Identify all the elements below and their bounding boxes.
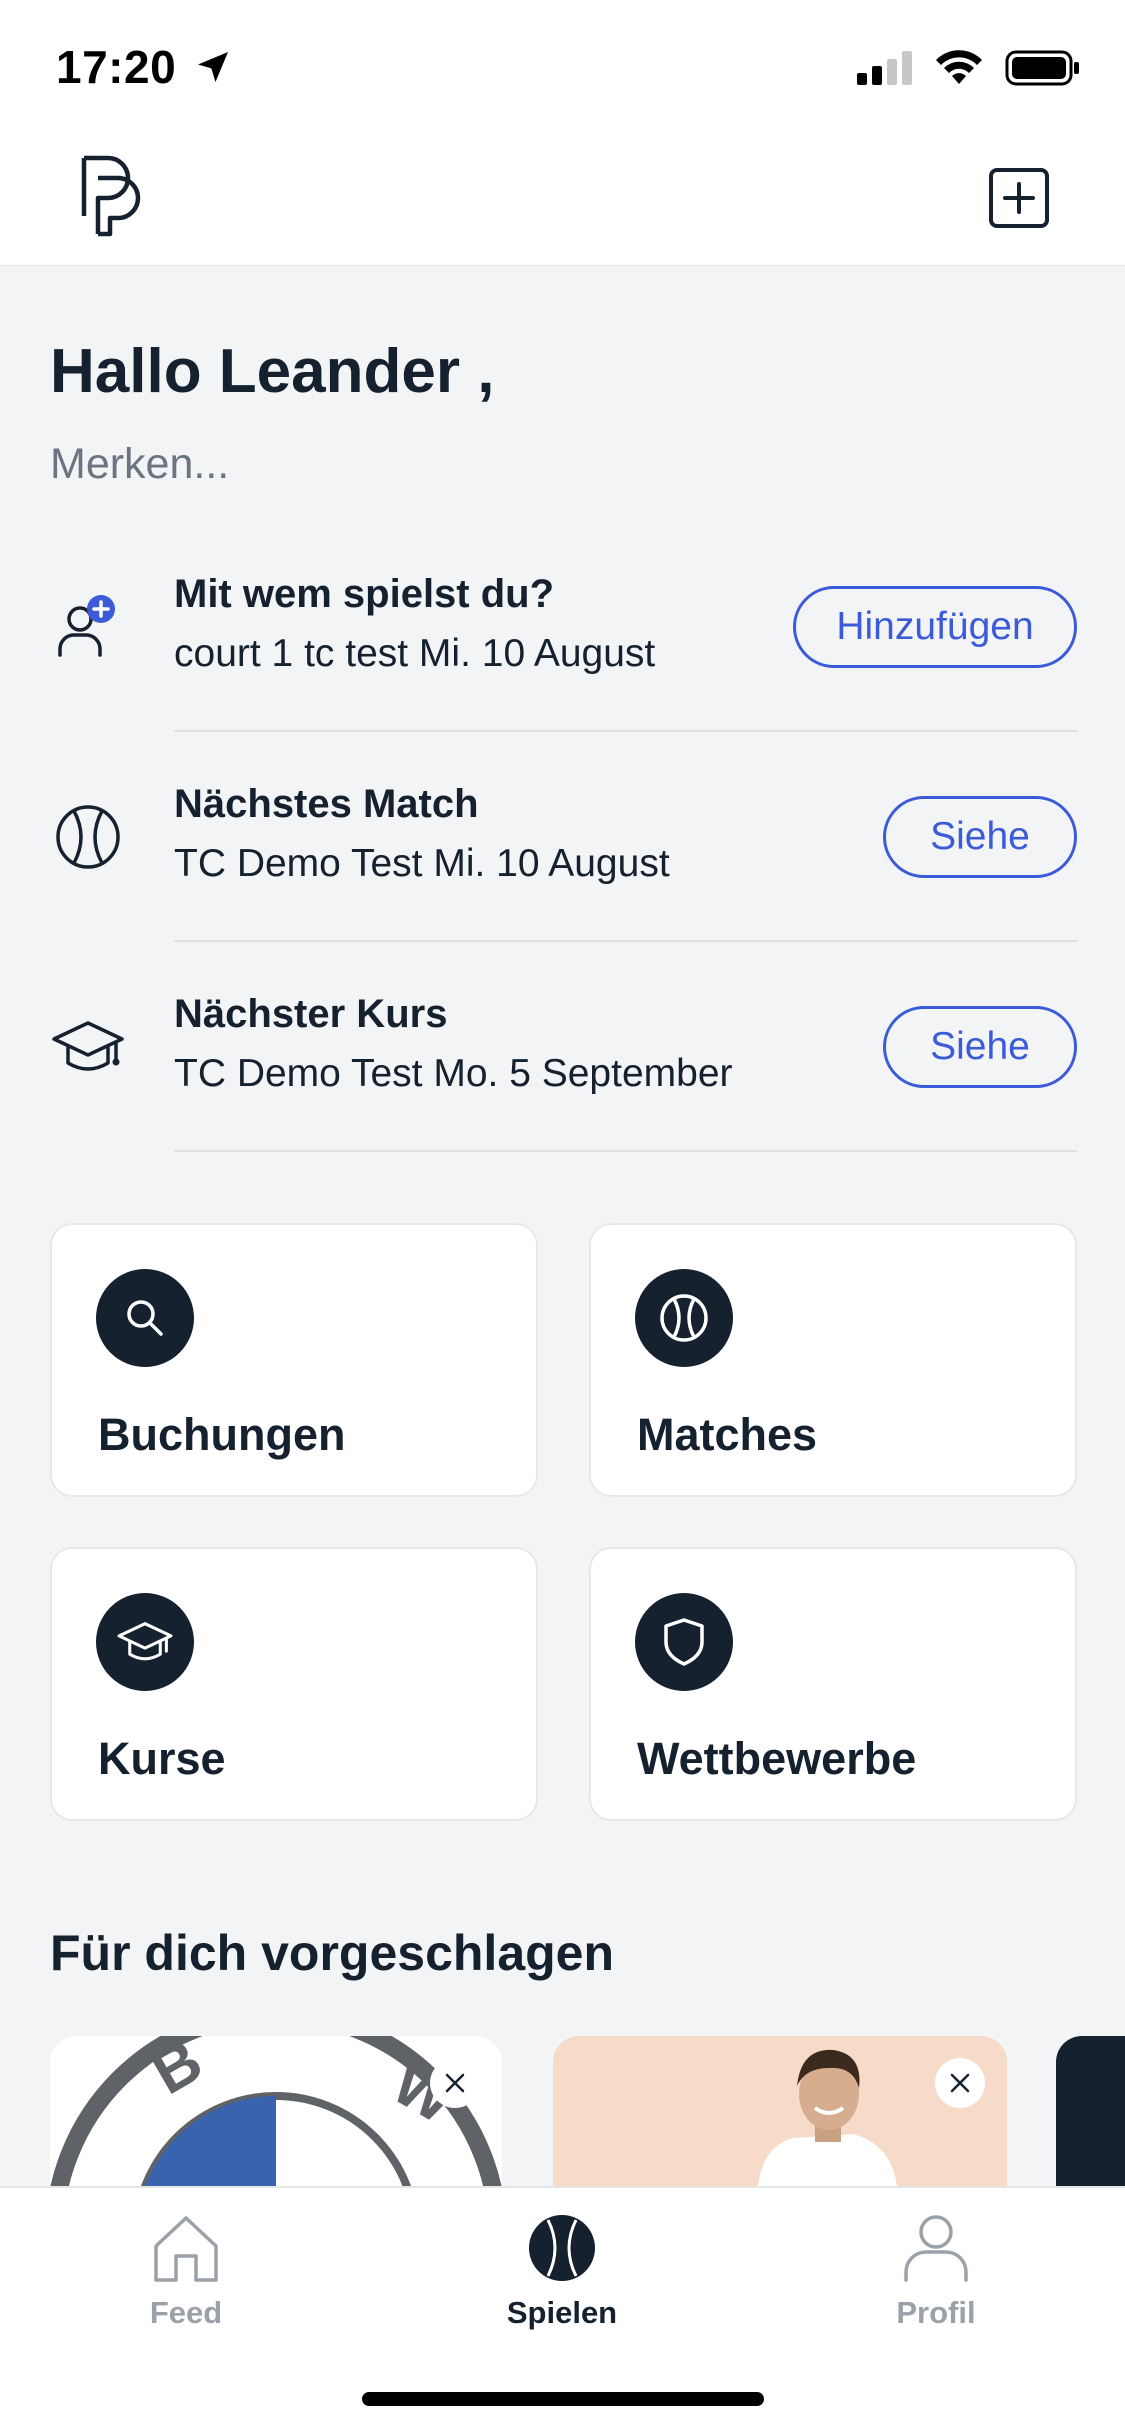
wifi-icon xyxy=(936,50,982,84)
tile-buchungen[interactable]: Buchungen xyxy=(50,1223,538,1497)
tab-label: Feed xyxy=(149,2295,223,2330)
tab-profil[interactable]: Profil xyxy=(836,2212,1036,2331)
close-icon xyxy=(445,2073,465,2093)
reminder-next-match: Nächstes Match TC Demo Test Mi. 10 Augus… xyxy=(0,732,1125,942)
suggestion-card-next[interactable] xyxy=(1056,2036,1125,2186)
shield-icon xyxy=(635,1593,733,1691)
tile-label: Matches xyxy=(637,1409,818,1460)
logo-icon xyxy=(81,155,141,237)
view-course-button[interactable]: Siehe xyxy=(883,1006,1077,1088)
tab-label: Spielen xyxy=(506,2295,618,2330)
home-indicator xyxy=(362,2392,764,2406)
tab-spielen[interactable]: Spielen xyxy=(462,2212,662,2331)
dismiss-button[interactable] xyxy=(935,2058,985,2108)
tile-label: Wettbewerbe xyxy=(637,1733,917,1784)
reminder-partner: Mit wem spielst du? court 1 tc test Mi. … xyxy=(0,522,1125,732)
battery-icon xyxy=(1005,50,1079,86)
app-logo[interactable] xyxy=(80,154,144,243)
plus-icon xyxy=(1003,182,1035,214)
search-icon xyxy=(96,1269,194,1367)
reminder-title: Nächster Kurs xyxy=(174,992,448,1036)
tennis-ball-icon xyxy=(635,1269,733,1367)
app-header xyxy=(0,136,1125,266)
home-icon xyxy=(154,2216,218,2282)
graduation-cap-icon xyxy=(96,1593,194,1691)
reminder-title: Nächstes Match xyxy=(174,782,479,826)
suggestion-card-brand[interactable]: B W xyxy=(50,2036,502,2186)
status-icons xyxy=(857,50,1081,86)
reminder-next-course: Nächster Kurs TC Demo Test Mo. 5 Septemb… xyxy=(0,942,1125,1152)
graduation-cap-icon xyxy=(50,1009,126,1085)
close-icon xyxy=(950,2073,970,2093)
location-arrow-icon xyxy=(198,52,229,82)
tennis-ball-icon xyxy=(50,799,126,875)
tab-feed[interactable]: Feed xyxy=(86,2212,286,2331)
tile-label: Kurse xyxy=(98,1733,226,1784)
suggestion-card-coach[interactable] xyxy=(553,2036,1007,2186)
greeting-subtitle: Merken... xyxy=(50,440,230,488)
dismiss-button[interactable] xyxy=(430,2058,480,2108)
tab-label: Profil xyxy=(896,2295,976,2330)
view-match-button[interactable]: Siehe xyxy=(883,796,1077,878)
reminder-subtitle: court 1 tc test Mi. 10 August xyxy=(174,632,656,675)
reminder-title: Mit wem spielst du? xyxy=(174,572,555,616)
suggestions-title: Für dich vorgeschlagen xyxy=(50,1925,615,1981)
signal-icon xyxy=(857,51,912,85)
add-button[interactable] xyxy=(989,168,1049,228)
svg-text:B: B xyxy=(141,2036,214,2108)
greeting-title: Hallo Leander , xyxy=(50,337,495,406)
tile-matches[interactable]: Matches xyxy=(589,1223,1077,1497)
tile-wettbewerbe[interactable]: Wettbewerbe xyxy=(589,1547,1077,1821)
status-time-text: 17:20 xyxy=(56,41,177,93)
tile-label: Buchungen xyxy=(98,1409,346,1460)
person-photo xyxy=(758,2049,897,2186)
add-partner-button[interactable]: Hinzufügen xyxy=(793,586,1077,668)
divider xyxy=(174,1150,1077,1152)
status-bar: 17:20 xyxy=(0,0,1125,136)
tile-kurse[interactable]: Kurse xyxy=(50,1547,538,1821)
reminder-subtitle: TC Demo Test Mi. 10 August xyxy=(174,842,670,885)
tennis-ball-icon xyxy=(529,2215,595,2281)
user-icon xyxy=(904,2215,968,2282)
brand-logo-image: B W xyxy=(50,2036,502,2186)
status-time: 17:20 xyxy=(56,40,233,94)
add-user-icon xyxy=(50,589,126,665)
reminder-subtitle: TC Demo Test Mo. 5 September xyxy=(174,1052,733,1095)
